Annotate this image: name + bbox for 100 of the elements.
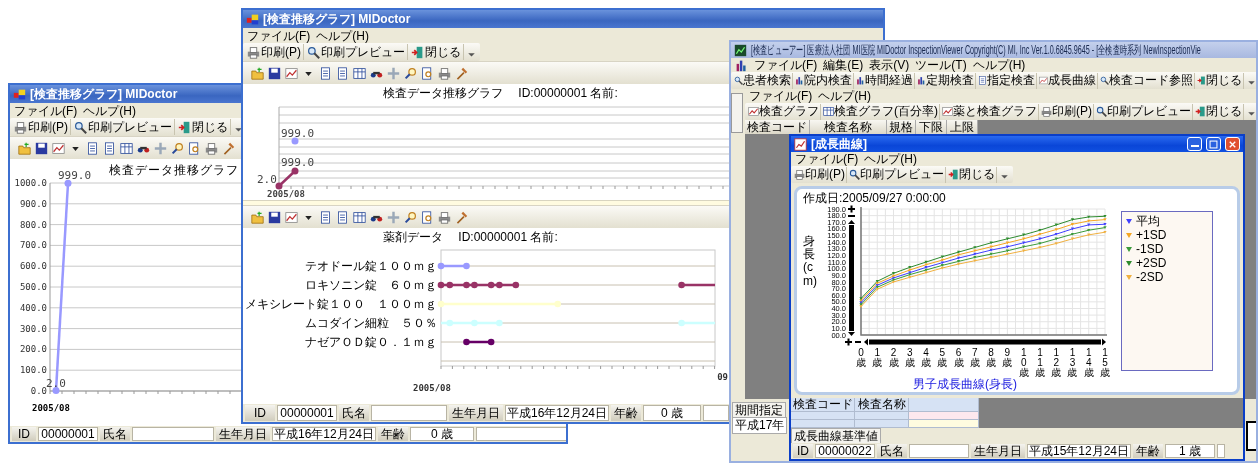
date-label: 2005/08 [267,189,305,199]
tab[interactable]: 成長曲線基準値 [791,428,881,443]
tick-label: 800.0 [19,219,47,230]
chart-title: 男子成長曲線(身長) [913,377,1017,391]
tick-label: 11歳 [1034,347,1045,377]
tick-label: 200.0 [19,344,47,355]
age-field: 1 歳 [1165,444,1215,458]
tick-label: 700.0 [19,240,47,251]
date-field[interactable]: 平成17年 [732,417,788,434]
tick-label: 8歳 [986,347,997,368]
tick-label: 10歳 [1018,347,1029,377]
toolbar-button[interactable]: 閉じる [1196,72,1244,89]
axis-title: 身長(cm) [803,235,815,288]
tick-label: 7歳 [969,347,980,368]
data-label: 999.0 [281,157,315,168]
toolbar-button[interactable]: 時間経過 [855,72,915,89]
toolbar-button[interactable]: 印刷(P) [1040,103,1094,120]
toolbar-button[interactable]: 検査グラフ [747,103,821,120]
chart-title: 薬剤データ ID:00000001 名前: [383,228,558,246]
toolbar-button[interactable]: 成長曲線 [1038,72,1098,89]
id-label: ID [12,427,36,441]
date-label: 2005/08 [32,403,70,413]
birth-date-label: 生年月日 [971,444,1025,458]
toolbar-button[interactable]: 閉じる [409,44,464,60]
menu-item[interactable]: ヘルプ(H) [864,152,917,166]
tick-label: 13歳 [1067,347,1078,377]
menu-item[interactable]: ファイル(F) [754,58,818,72]
toolbar-button[interactable]: 閉じる [176,119,231,135]
drug-name: ナゼアＯＤ錠０．１ｍｇ [305,335,437,349]
column-header[interactable]: 検査名称 [810,120,887,134]
id-field: 00000022 [815,444,875,458]
id-field: 00000001 [277,405,337,421]
menu-item[interactable]: ファイル(F) [14,103,78,118]
column-header[interactable]: 下限 [916,120,947,134]
toolbar-button[interactable]: 検査コード参照 [1099,72,1195,89]
drug-name: ムコダイン細粒 ５０％ [305,316,437,330]
toolbar-button[interactable]: 検査グラフ(百分率) [822,103,940,120]
menu-item[interactable]: ヘルプ(H) [972,58,1026,72]
toolbar-button[interactable]: 印刷プレビュー [1095,103,1193,120]
legend-label: +1SD [1136,228,1167,242]
toolbar-button[interactable]: 閉じる [1194,103,1244,120]
menu-item[interactable]: ファイル(F) [247,28,311,43]
tick-label: 2歳 [888,347,899,368]
tick-label: 900.0 [19,198,47,209]
menu-item[interactable]: ヘルプ(H) [83,103,136,118]
menu-item[interactable]: ファイル(F) [795,152,859,166]
toolbar-button[interactable]: 患者検索 [733,72,793,89]
toolbar-button[interactable]: 印刷(P) [245,44,304,60]
tick-label: 14歳 [1083,347,1094,377]
toolbar-button[interactable]: 指定検査 [977,72,1037,89]
tick-label: 300.0 [19,323,47,334]
window-title: [検査推移グラフ] MIDoctor [263,12,411,26]
name-label: 氏名 [877,444,907,458]
age-label: 年齢 [611,405,641,421]
column-header[interactable]: 検査コード [745,120,810,134]
toolbar-button[interactable]: 印刷(P) [793,166,847,183]
tick-label: 12歳 [1051,347,1062,377]
id-label: ID [245,405,275,421]
legend-label: +2SD [1136,256,1167,270]
toolbar-button[interactable]: 印刷プレビュー [848,166,946,183]
age-field: 0 歳 [410,427,474,441]
birth-date-field: 平成16年12月24日 [505,405,609,421]
tick-label: 500.0 [19,282,47,292]
menu-item[interactable]: ヘルプ(H) [316,28,369,43]
drug-name: メキシレート錠１００ １００ｍｇ [245,297,437,311]
tick-label: 4歳 [921,347,932,368]
drug-name: ロキソニン錠 ６０ｍｇ [305,278,437,292]
toolbar-button[interactable]: 印刷プレビュー [72,119,175,135]
legend-label: -2SD [1136,270,1164,284]
birth-date-label: 生年月日 [216,427,270,441]
toolbar-button[interactable]: 定期検査 [916,72,976,89]
tick-label: 09 [717,372,728,382]
window-title: [検査ビューアー] 医療法人社団 MI医院 MIDoctor InspectionViewer Copyright(C) MI, Inc Ver.1.0.6845.9645 - [全検査時系列 NewInspectionVie [751,43,1201,57]
tick-label: 600.0 [19,261,47,272]
column-header[interactable]: 規格 [887,120,916,134]
age-label: 年齢 [378,427,408,441]
age-label: 年齢 [1133,444,1163,458]
toolbar-button[interactable]: 印刷プレビュー [305,44,408,60]
data-label: 2.0 [257,174,277,185]
toolbar-button[interactable]: 院内検査 [794,72,854,89]
column-header[interactable]: 検査名称 [855,398,909,412]
drug-name: テオドール錠１００ｍｇ [305,259,437,273]
tick-label: 400.0 [19,302,47,313]
id-label: ID [793,444,813,458]
birth-date-label: 生年月日 [449,405,503,421]
window-title: [検査推移グラフ] MIDoctor [30,87,178,101]
data-label: 999.0 [281,128,315,139]
toolbar-button[interactable]: 薬と検査グラフ [941,103,1039,120]
tick-label: 1000.0 [14,178,47,188]
period-tab[interactable]: 期間指定 [732,402,786,417]
column-header[interactable]: 検査コード [791,398,855,412]
menu-item[interactable]: ツール(T) [915,58,967,72]
menu-item[interactable]: ヘルプ(H) [818,89,871,103]
toolbar-button[interactable]: 印刷(P) [12,119,71,135]
column-header[interactable]: 上限 [947,120,978,134]
menu-item[interactable]: 表示(V) [869,58,910,72]
menu-item[interactable]: ファイル(F) [749,89,813,103]
age-field: 0 歳 [643,405,701,421]
toolbar-button[interactable]: 閉じる [947,166,997,183]
menu-item[interactable]: 編集(E) [823,58,864,72]
